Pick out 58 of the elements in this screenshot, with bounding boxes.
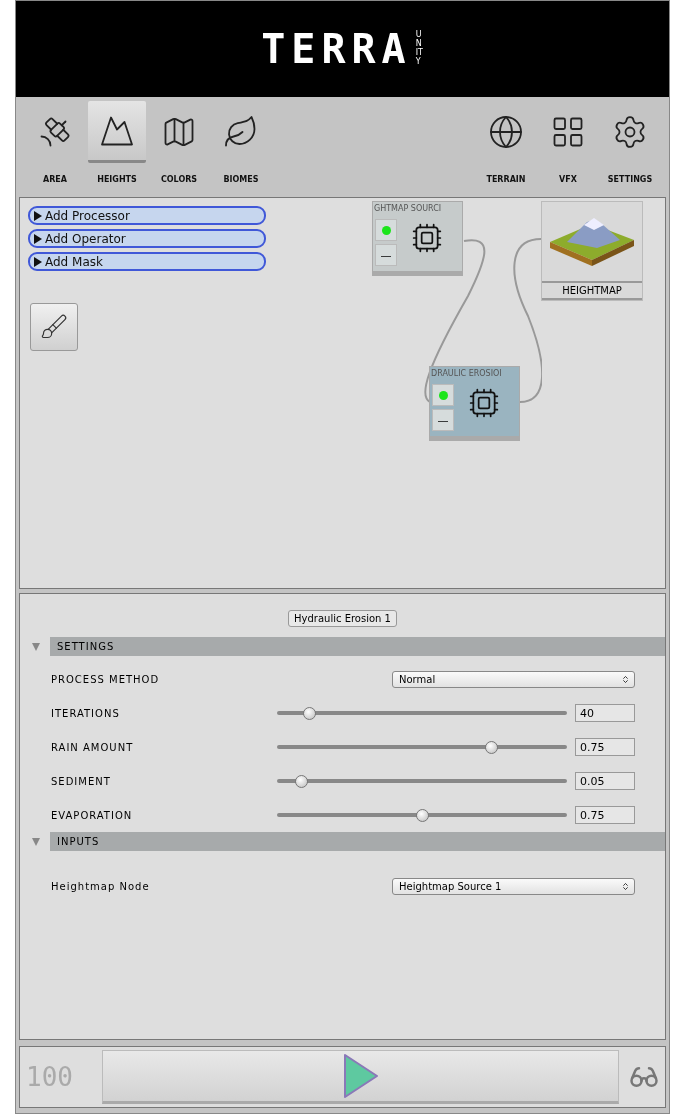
remove-button[interactable]: — [432,409,454,431]
chip-icon [468,387,500,419]
updown-icon [621,881,630,891]
value-field[interactable]: 0.05 [575,772,635,790]
node-name-label: Hydraulic Erosion 1 [288,610,397,627]
slider-track[interactable] [277,807,567,823]
chip-icon [411,222,443,254]
triangle-icon [34,233,42,244]
play-icon [342,1053,379,1099]
field-label: Heightmap Node [51,880,151,892]
updown-icon [621,674,630,684]
dropdown[interactable]: Normal [392,670,635,688]
graph-node[interactable]: GHTMAP SOURCI — [372,201,463,276]
section-header: INPUTS [50,832,665,851]
globe-icon [488,114,524,150]
slider-thumb[interactable] [294,774,308,788]
collapse-arrow[interactable] [30,835,42,848]
slider-thumb[interactable] [303,706,317,720]
value-field[interactable]: 40 [575,704,635,722]
value-field[interactable]: 0.75 [575,738,635,756]
tab[interactable]: BIOMES [210,101,272,189]
tab[interactable]: VFX [537,101,599,189]
toggle-button[interactable] [375,219,397,241]
play-button[interactable] [102,1050,619,1104]
logo-subtitle: UNITY [415,31,424,67]
slider-track[interactable] [277,705,567,721]
tab[interactable]: SETTINGS [599,101,661,189]
add-button[interactable]: Add Operator [28,229,266,248]
tab[interactable]: TERRAIN [475,101,537,189]
field-label: EVAPORATION [51,809,134,821]
triangle-icon [34,256,42,267]
node-title: GHTMAP SOURCI [373,203,443,215]
value-field[interactable]: 0.75 [575,806,635,824]
dropdown[interactable]: Heightmap Source 1 [392,877,635,895]
output-node[interactable]: HEIGHTMAP [541,201,643,301]
tab[interactable]: COLORS [148,101,210,189]
triangle-icon [34,210,42,221]
tab[interactable]: AREA [24,101,86,189]
collapse-arrow[interactable] [30,640,42,653]
output-label: HEIGHTMAP [542,281,642,300]
clear-button[interactable] [30,303,78,351]
brush-icon [40,313,68,341]
graph-node[interactable]: DRAULIC EROSIOI — [429,366,520,441]
toggle-button[interactable] [432,384,454,406]
field-label: PROCESS METHOD [51,673,161,685]
field-label: ITERATIONS [51,707,121,719]
slider-thumb[interactable] [416,808,430,822]
field-label: SEDIMENT [51,775,112,787]
add-button[interactable]: Add Mask [28,252,266,271]
slider-thumb[interactable] [485,740,499,754]
node-title: DRAULIC EROSIOI [430,368,503,380]
slider-track[interactable] [277,739,567,755]
slider-track[interactable] [277,773,567,789]
remove-button[interactable]: — [375,244,397,266]
logo-text: TERRA [261,26,412,72]
add-button[interactable]: Add Processor [28,206,266,225]
field-label: RAIN AMOUNT [51,741,135,753]
section-header: SETTINGS [50,637,665,656]
